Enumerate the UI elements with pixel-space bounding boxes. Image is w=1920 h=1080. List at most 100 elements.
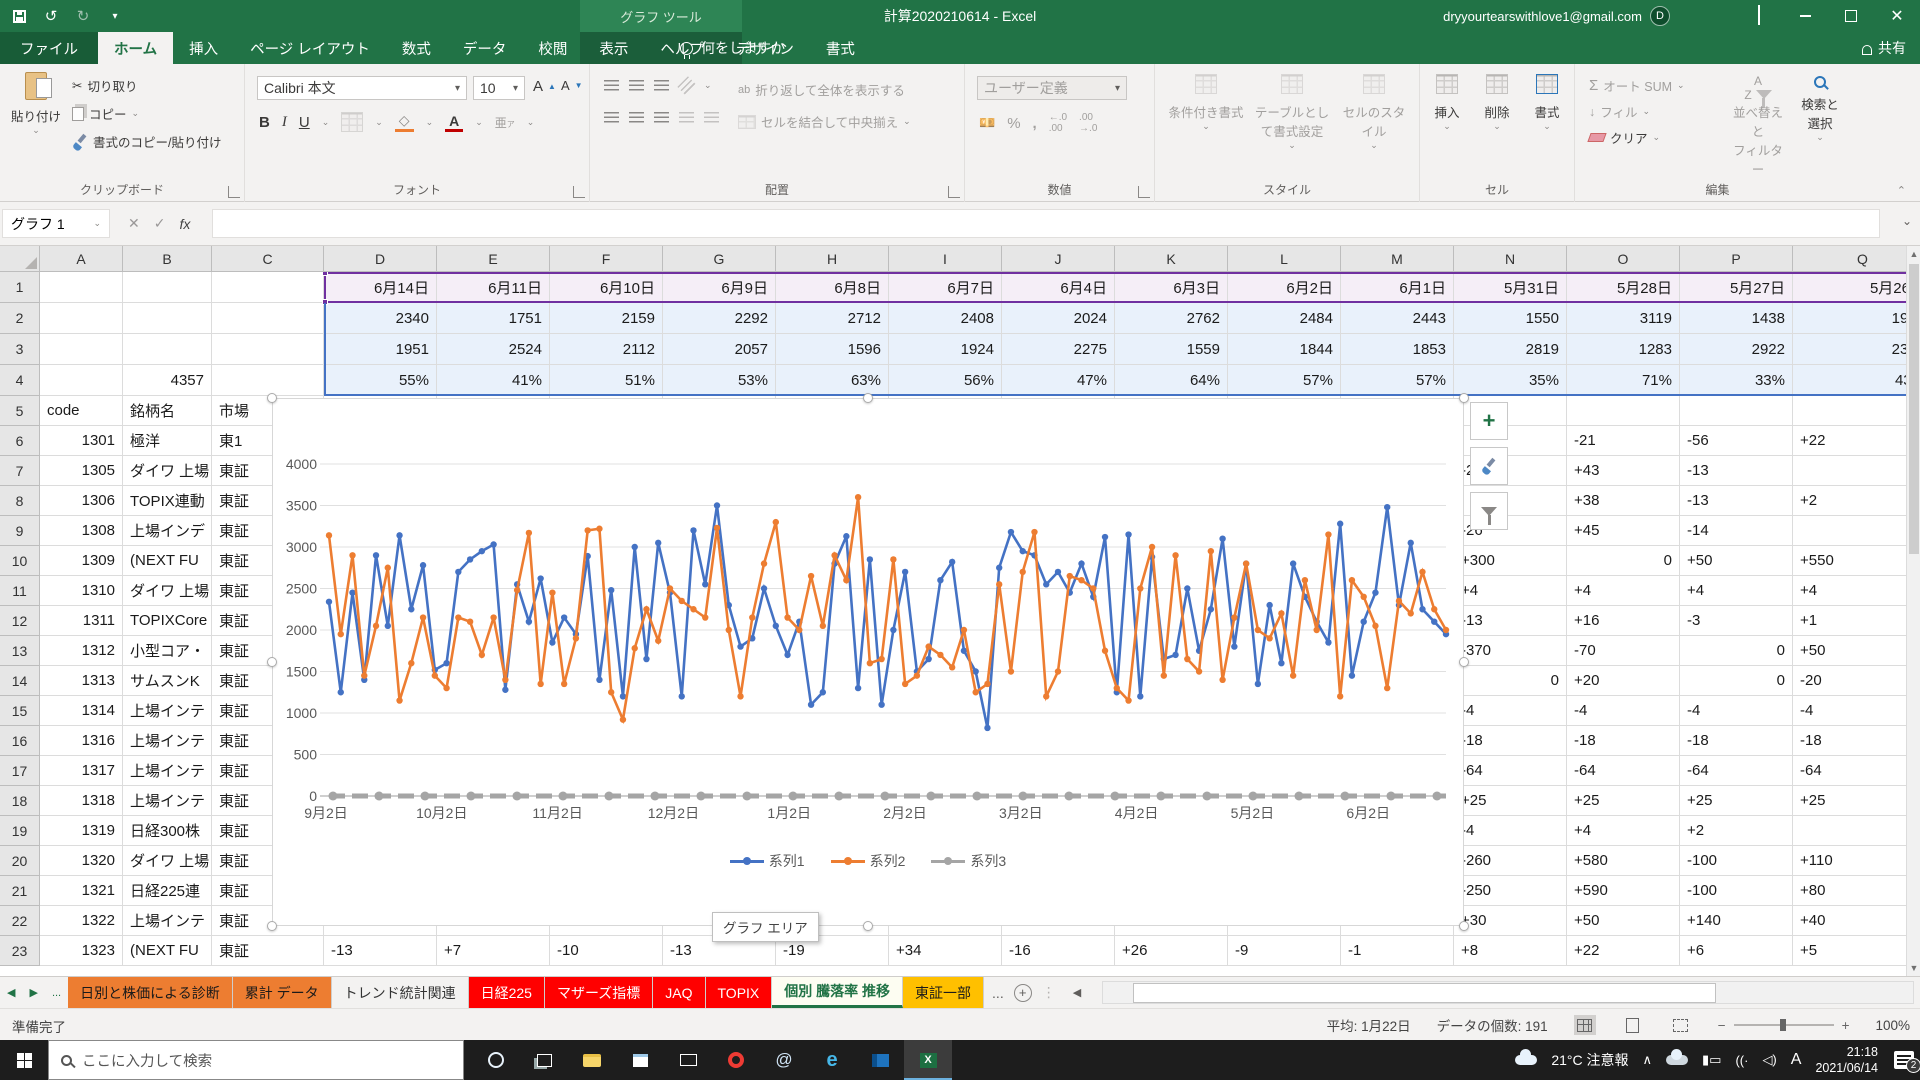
- redo-icon[interactable]: ↻: [72, 5, 94, 27]
- sheet-tab-JAQ[interactable]: JAQ: [653, 977, 705, 1008]
- cell-Q11[interactable]: +4: [1793, 576, 1906, 606]
- zoom-in-icon[interactable]: +: [1842, 1018, 1850, 1033]
- hidden-icons-chevron[interactable]: ∧: [1642, 1052, 1652, 1068]
- align-middle-icon[interactable]: [629, 80, 644, 91]
- cell-C1[interactable]: [212, 272, 324, 303]
- cell-Q13[interactable]: +50: [1793, 636, 1906, 666]
- number-dialog-launcher[interactable]: [1138, 186, 1150, 198]
- file-explorer-icon[interactable]: [568, 1040, 616, 1080]
- row-header-19[interactable]: 19: [0, 816, 40, 846]
- row-header-7[interactable]: 7: [0, 456, 40, 486]
- font-name-combo[interactable]: Calibri 本文▾: [257, 76, 467, 100]
- sheet-nav-right-icon[interactable]: ▶: [22, 977, 44, 1008]
- align-top-icon[interactable]: [604, 80, 619, 91]
- row-header-6[interactable]: 6: [0, 426, 40, 456]
- cell-N15[interactable]: -4: [1454, 696, 1567, 726]
- cell-P23[interactable]: +6: [1680, 936, 1793, 966]
- cell-A16[interactable]: 1316: [40, 726, 123, 756]
- cell-N22[interactable]: +30: [1454, 906, 1567, 936]
- number-format-combo[interactable]: ユーザー定義▾: [977, 76, 1127, 100]
- cell-B11[interactable]: ダイワ 上場: [123, 576, 212, 606]
- cell-B5[interactable]: 銘柄名: [123, 396, 212, 426]
- cell-P8[interactable]: -13: [1680, 486, 1793, 516]
- close-button[interactable]: ✕: [1874, 0, 1920, 32]
- currency-icon[interactable]: 💴: [979, 115, 995, 131]
- col-header-H[interactable]: H: [776, 246, 889, 272]
- row-header-18[interactable]: 18: [0, 786, 40, 816]
- cell-C2[interactable]: [212, 303, 324, 334]
- col-header-P[interactable]: P: [1680, 246, 1793, 272]
- cell-P13[interactable]: 0: [1680, 636, 1793, 666]
- row-header-1[interactable]: 1: [0, 272, 40, 303]
- cell-P10[interactable]: +50: [1680, 546, 1793, 576]
- opera-icon[interactable]: [712, 1040, 760, 1080]
- cell-A1[interactable]: [40, 272, 123, 303]
- sheet-tab-日経225[interactable]: 日経225: [469, 977, 545, 1008]
- row-header-8[interactable]: 8: [0, 486, 40, 516]
- cell-B16[interactable]: 上場インテ: [123, 726, 212, 756]
- col-header-Q[interactable]: Q: [1793, 246, 1906, 272]
- volume-icon[interactable]: ◁): [1762, 1052, 1776, 1068]
- cell-P14[interactable]: 0: [1680, 666, 1793, 696]
- cell-O11[interactable]: +4: [1567, 576, 1680, 606]
- cell-Q5[interactable]: [1793, 396, 1906, 426]
- cell-O18[interactable]: +25: [1567, 786, 1680, 816]
- cell-A12[interactable]: 1311: [40, 606, 123, 636]
- cell-A15[interactable]: 1314: [40, 696, 123, 726]
- cell-B15[interactable]: 上場インテ: [123, 696, 212, 726]
- zoom-out-icon[interactable]: −: [1718, 1018, 1726, 1033]
- battery-icon[interactable]: ▮▭: [1702, 1052, 1721, 1068]
- cell-O13[interactable]: -70: [1567, 636, 1680, 666]
- cell-O16[interactable]: -18: [1567, 726, 1680, 756]
- cell-B14[interactable]: サムスンK: [123, 666, 212, 696]
- row-header-23[interactable]: 23: [0, 936, 40, 966]
- align-right-icon[interactable]: [654, 112, 669, 123]
- cell-N10[interactable]: +300: [1454, 546, 1567, 576]
- borders-icon[interactable]: [341, 112, 363, 132]
- row-header-9[interactable]: 9: [0, 516, 40, 546]
- cell-A11[interactable]: 1310: [40, 576, 123, 606]
- formula-input[interactable]: [212, 209, 1880, 238]
- cell-O6[interactable]: -21: [1567, 426, 1680, 456]
- cell-F23[interactable]: -10: [550, 936, 663, 966]
- row-header-4[interactable]: 4: [0, 365, 40, 396]
- mail-icon[interactable]: [664, 1040, 712, 1080]
- merge-center-button[interactable]: セルを結合して中央揃え ⌄: [738, 112, 911, 131]
- cell-P5[interactable]: [1680, 396, 1793, 426]
- chart-resize-handle[interactable]: [1459, 393, 1469, 403]
- edge-icon[interactable]: e: [808, 1040, 856, 1080]
- chart-styles-button[interactable]: [1470, 447, 1508, 485]
- cell-N21[interactable]: -250: [1454, 876, 1567, 906]
- cell-Q8[interactable]: +2: [1793, 486, 1906, 516]
- row-header-20[interactable]: 20: [0, 846, 40, 876]
- cell-B10[interactable]: (NEXT FU: [123, 546, 212, 576]
- cell-A6[interactable]: 1301: [40, 426, 123, 456]
- cell-A2[interactable]: [40, 303, 123, 334]
- format-painter-button[interactable]: 書式のコピー/貼り付け: [72, 132, 221, 151]
- row-header-22[interactable]: 22: [0, 906, 40, 936]
- underline-caret[interactable]: ⌄: [322, 117, 330, 128]
- chart-resize-handle[interactable]: [863, 921, 873, 931]
- col-header-D[interactable]: D: [324, 246, 437, 272]
- cell-styles-button[interactable]: セルのスタイル⌄: [1339, 74, 1409, 151]
- account-info[interactable]: dryyourtearswithlove1@gmail.com D: [1443, 0, 1670, 32]
- cell-A17[interactable]: 1317: [40, 756, 123, 786]
- tab-校閲[interactable]: 校閲: [522, 32, 583, 64]
- cell-B7[interactable]: ダイワ 上場: [123, 456, 212, 486]
- tab-ファイル[interactable]: ファイル: [0, 32, 98, 64]
- row-header-2[interactable]: 2: [0, 303, 40, 334]
- align-center-icon[interactable]: [629, 112, 644, 123]
- cell-P11[interactable]: +4: [1680, 576, 1793, 606]
- cell-D23[interactable]: -13: [324, 936, 437, 966]
- cell-N14[interactable]: 0: [1454, 666, 1567, 696]
- sheet-nav-left-icon[interactable]: ◀: [0, 977, 22, 1008]
- col-header-E[interactable]: E: [437, 246, 550, 272]
- col-header-M[interactable]: M: [1341, 246, 1454, 272]
- cell-P15[interactable]: -4: [1680, 696, 1793, 726]
- cell-P19[interactable]: +2: [1680, 816, 1793, 846]
- cell-B23[interactable]: (NEXT FU: [123, 936, 212, 966]
- col-header-O[interactable]: O: [1567, 246, 1680, 272]
- chart-resize-handle[interactable]: [267, 921, 277, 931]
- row-header-3[interactable]: 3: [0, 334, 40, 365]
- cell-B2[interactable]: [123, 303, 212, 334]
